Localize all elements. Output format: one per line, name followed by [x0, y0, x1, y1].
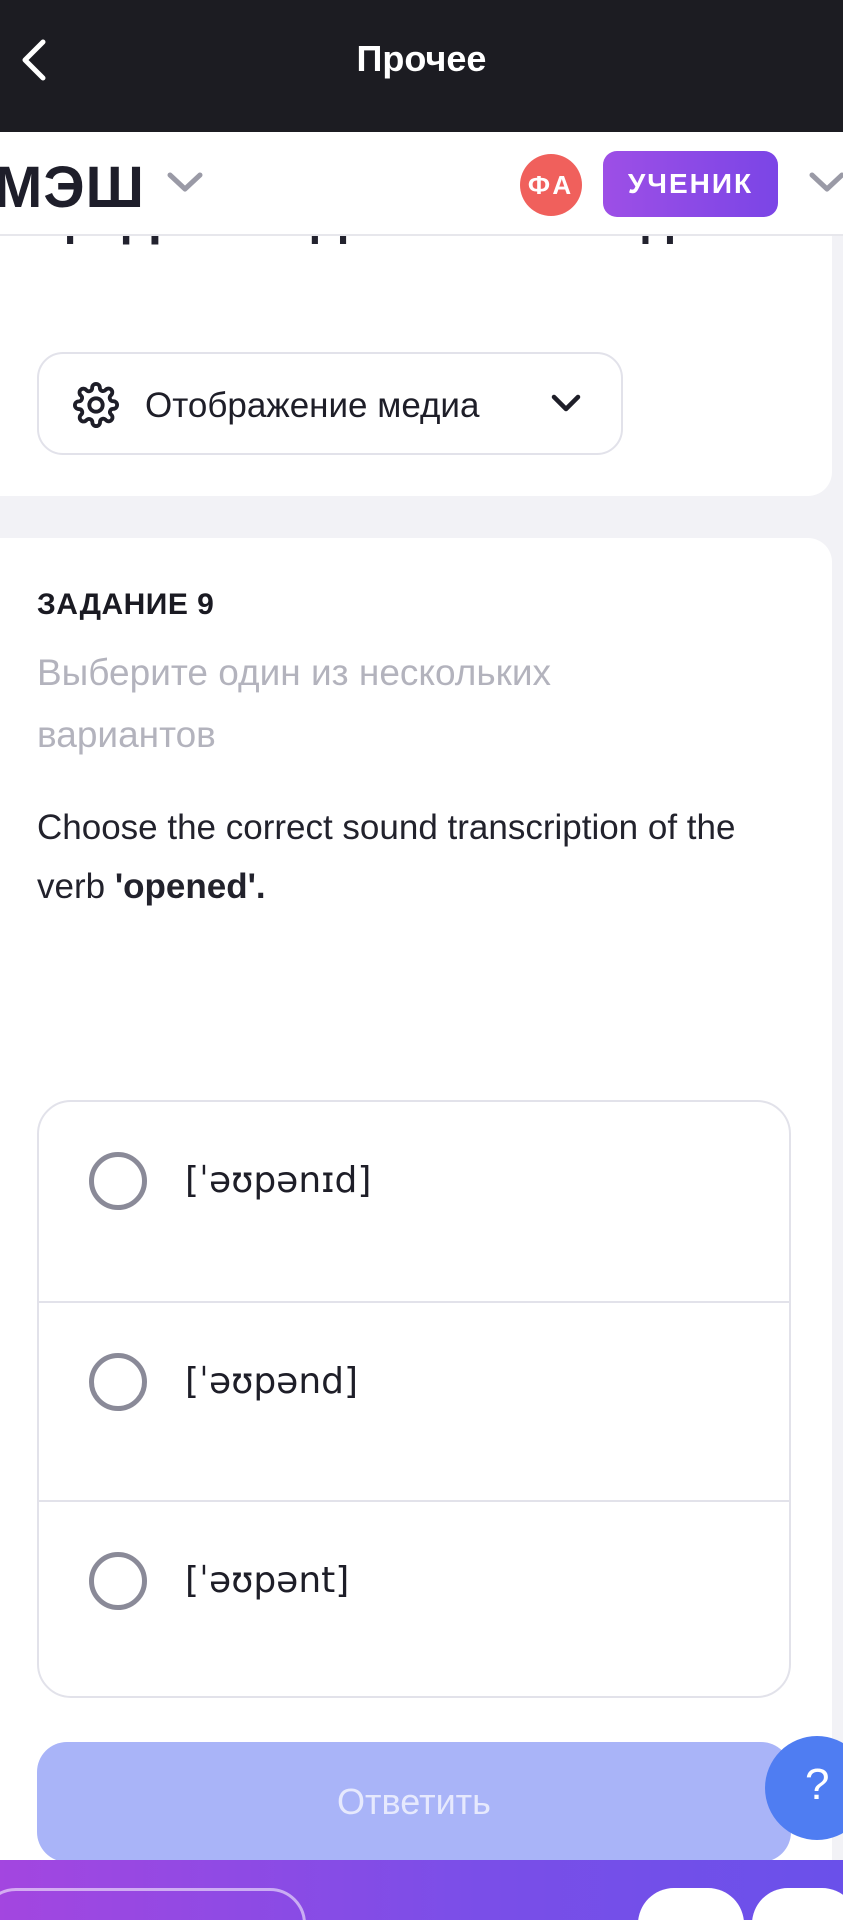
media-display-label: Отображение медиа — [145, 386, 480, 425]
avatar[interactable]: ФА — [520, 154, 582, 216]
answer-options: [ˈəʊpənɪd] [ˈəʊpənd] [ˈəʊpənt] — [37, 1100, 791, 1698]
bottom-bar — [0, 1860, 843, 1920]
task-number: ЗАДАНИЕ 9 — [37, 588, 215, 621]
radio-button[interactable] — [89, 1152, 147, 1210]
homework-title: Цифровое Домашнее Задание — [37, 236, 797, 250]
submit-answer-button[interactable]: Ответить — [37, 1742, 791, 1862]
gear-icon — [73, 382, 119, 428]
screen-title: Прочее — [356, 38, 487, 79]
task-hint: Выберите один из нескольких вариантов — [37, 652, 552, 755]
logo[interactable]: МЭШ — [0, 154, 145, 221]
radio-button[interactable] — [89, 1552, 147, 1610]
option-label: [ˈəʊpənd] — [185, 1361, 359, 1402]
bottom-nav-outline-button[interactable] — [0, 1888, 306, 1920]
question-word: 'opened'. — [114, 867, 266, 906]
answer-option[interactable]: [ˈəʊpənt] — [39, 1500, 789, 1696]
bottom-nav-button[interactable] — [752, 1888, 843, 1920]
app-header: МЭШ ФА УЧЕНИК — [0, 132, 843, 236]
task-card: ЗАДАНИЕ 9 Выберите один из нескольких ва… — [0, 538, 832, 1868]
media-display-select[interactable]: Отображение медиа — [37, 352, 623, 455]
chevron-down-icon[interactable] — [166, 170, 204, 194]
answer-option[interactable]: [ˈəʊpənɪd] — [39, 1102, 789, 1301]
option-label: [ˈəʊpənɪd] — [185, 1160, 372, 1201]
role-badge[interactable]: УЧЕНИК — [603, 151, 778, 217]
radio-button[interactable] — [89, 1353, 147, 1411]
chevron-down-icon — [551, 394, 581, 412]
answer-option[interactable]: [ˈəʊpənd] — [39, 1301, 789, 1500]
bottom-nav-button[interactable] — [638, 1888, 744, 1920]
homework-card: Цифровое Домашнее Задание Отображение ме… — [0, 236, 832, 496]
option-label: [ˈəʊpənt] — [185, 1560, 350, 1601]
chevron-down-icon[interactable] — [808, 170, 843, 194]
question-text: Choose the correct sound transcription o… — [37, 798, 797, 916]
top-bar: Прочее — [0, 0, 843, 132]
